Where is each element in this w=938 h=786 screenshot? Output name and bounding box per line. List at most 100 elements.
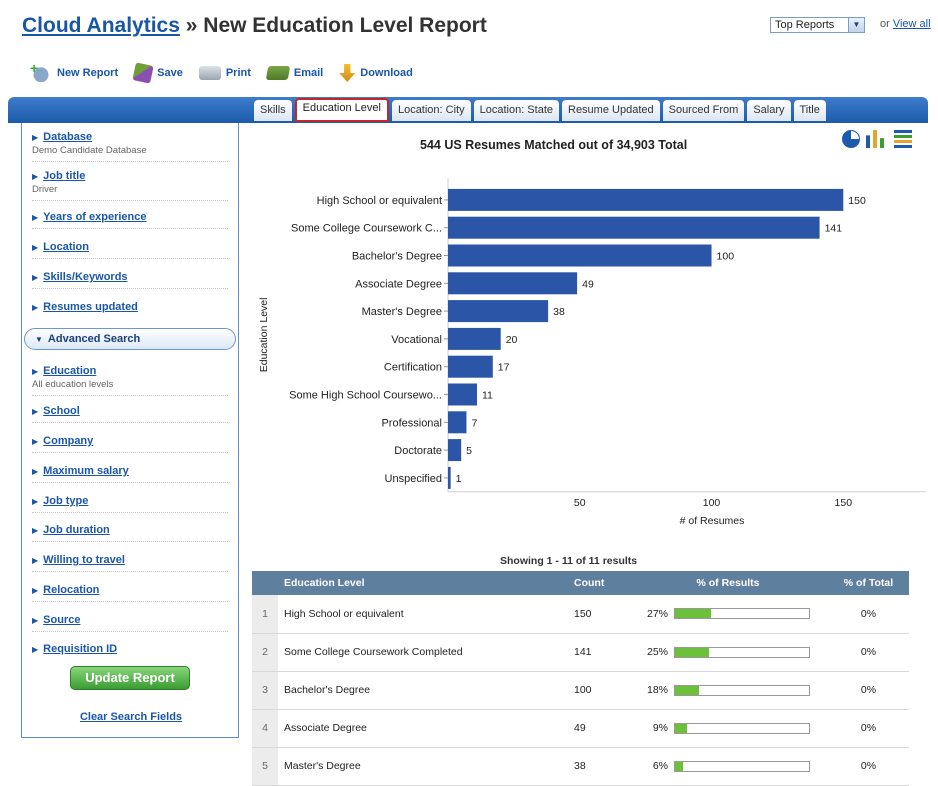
sidebar-link-education[interactable]: ▶ Education [32,365,228,377]
sidebar-item-education: ▶ Education All education levels [32,365,228,396]
sidebar-link-job-duration[interactable]: ▶ Job duration [32,524,228,536]
x-axis-title: # of Resumes [680,515,745,527]
chart-bar[interactable] [448,244,712,267]
sidebar-label: School [43,405,80,417]
pct-progress-fill [675,723,688,733]
new-report-button[interactable]: New Report [30,60,119,82]
caret-right-icon: ▶ [32,556,39,565]
sidebar-link-source[interactable]: ▶ Source [32,614,228,626]
sidebar-link-job-title[interactable]: ▶ Job title [32,170,228,182]
table-row[interactable]: 5 Master's Degree 38 6% 0% [252,747,909,786]
printer-icon [198,66,221,80]
pct-progress-fill [675,761,684,771]
header-count[interactable]: Count [568,571,628,595]
sidebar-label: Database [43,131,93,143]
tab-education-level[interactable]: Education Level [294,98,389,122]
table-row[interactable]: 3 Bachelor's Degree 100 18% 0% [252,671,909,710]
print-label: Print [225,67,251,79]
chevron-down-icon[interactable]: ▼ [848,18,864,32]
caret-right-icon: ▶ [32,367,39,376]
row-number-cell: 3 [252,671,278,710]
sidebar-link-resumes-updated[interactable]: ▶ Resumes updated [32,301,228,313]
sidebar-link-willing-to-travel[interactable]: ▶ Willing to travel [32,554,228,566]
table-row[interactable]: 2 Some College Coursework Completed 141 25%… [252,633,909,672]
chart-bar[interactable] [448,466,451,489]
chart-bar[interactable] [448,272,578,295]
caret-right-icon: ▶ [32,303,39,312]
chart-bar[interactable] [448,411,467,434]
download-icon [339,64,356,82]
row-number-cell: 1 [252,595,278,634]
caret-right-icon: ▶ [32,616,39,625]
top-reports-select[interactable]: Top Reports ▼ [770,17,865,33]
table-row[interactable]: 1 High School or equivalent 150 27% 0% [252,595,909,634]
save-button[interactable]: Save [132,62,183,84]
bar-value-label: 11 [482,390,493,402]
sidebar-item-willing-to-travel: ▶ Willing to travel [32,554,228,572]
tab-salary[interactable]: Salary [747,100,791,121]
download-button[interactable]: Download [339,64,413,82]
header-education-level[interactable]: Education Level [278,571,568,595]
bar-chart-icon[interactable] [866,130,884,148]
chart-bar[interactable] [448,327,501,350]
sidebar-link-requisition-id[interactable]: ▶ Requisition ID [32,643,228,655]
tab-location-state[interactable]: Location: State [473,100,559,121]
horizontal-bar-chart-icon[interactable] [894,130,912,148]
sidebar-label: Education [43,365,97,377]
sidebar-link-company[interactable]: ▶ Company [32,435,228,447]
chart-bar[interactable] [448,355,493,378]
sidebar-link-database[interactable]: ▶ Database [32,131,228,143]
count-cell: 38 [568,747,628,786]
tab-sourced-from[interactable]: Sourced From [662,100,745,121]
education-level-cell: Some College Coursework Completed [278,633,568,672]
sidebar-link-relocation[interactable]: ▶ Relocation [32,584,228,596]
new-report-icon [30,60,52,82]
chart-bar[interactable] [448,216,820,239]
sidebar-link-school[interactable]: ▶ School [32,405,228,417]
sidebar-link-years-of-experience[interactable]: ▶ Years of experience [32,211,228,223]
sidebar-link-location[interactable]: ▶ Location [32,241,228,253]
print-button[interactable]: Print [198,66,251,80]
chart-bar[interactable] [448,300,549,323]
pct-progress-fill [675,685,700,695]
sidebar-link-skills-keywords[interactable]: ▶ Skills/Keywords [32,271,228,283]
sidebar-item-job-type: ▶ Job type [32,495,228,513]
sidebar-item-database: ▶ Database Demo Candidate Database [32,131,228,162]
toolbar: New Report Save Print Email Download [30,60,429,84]
education-level-cell: Associate Degree [278,709,568,748]
pie-chart-icon[interactable] [842,130,860,148]
bar-value-label: 1 [456,473,462,485]
sidebar-item-years-of-experience: ▶ Years of experience [32,211,228,229]
new-report-label: New Report [57,67,119,79]
view-all-link[interactable]: View all [893,18,931,30]
tab-resume-updated[interactable]: Resume Updated [562,100,660,121]
tab-location-city[interactable]: Location: City [391,100,471,121]
chart-bar[interactable] [448,439,462,462]
sidebar-link-maximum-salary[interactable]: ▶ Maximum salary [32,465,228,477]
tab-title[interactable]: Title [793,100,826,121]
sidebar-item-source: ▶ Source [32,614,228,632]
header-pct-results[interactable]: % of Results [628,571,828,595]
caret-right-icon: ▶ [32,437,39,446]
pct-results-cell: 27% [628,595,828,634]
chart-bar[interactable] [448,383,477,406]
sidebar-link-job-type[interactable]: ▶ Job type [32,495,228,507]
sidebar-item-company: ▶ Company [32,435,228,453]
tab-skills[interactable]: Skills [254,100,292,121]
search-sidebar: ▶ Database Demo Candidate Database ▶ Job t… [21,123,239,738]
clear-search-fields-link[interactable]: Clear Search Fields [22,711,240,723]
x-tick-label: 150 [835,497,853,509]
chart-bar[interactable] [448,188,844,211]
title-separator: » [179,14,204,37]
email-button[interactable]: Email [265,66,323,80]
pct-progress-fill [675,609,712,619]
brand-link[interactable]: Cloud Analytics [22,14,180,37]
pct-results-cell: 18% [628,671,828,710]
bar-value-label: 17 [498,362,510,374]
y-tick-label: Professional [381,417,442,429]
header-pct-total[interactable]: % of Total [828,571,909,595]
update-report-button[interactable]: Update Report [70,666,190,690]
table-row[interactable]: 4 Associate Degree 49 9% 0% [252,709,909,748]
x-tick-label: 50 [574,497,586,509]
advanced-search-toggle[interactable]: ▼ Advanced Search [24,328,236,350]
